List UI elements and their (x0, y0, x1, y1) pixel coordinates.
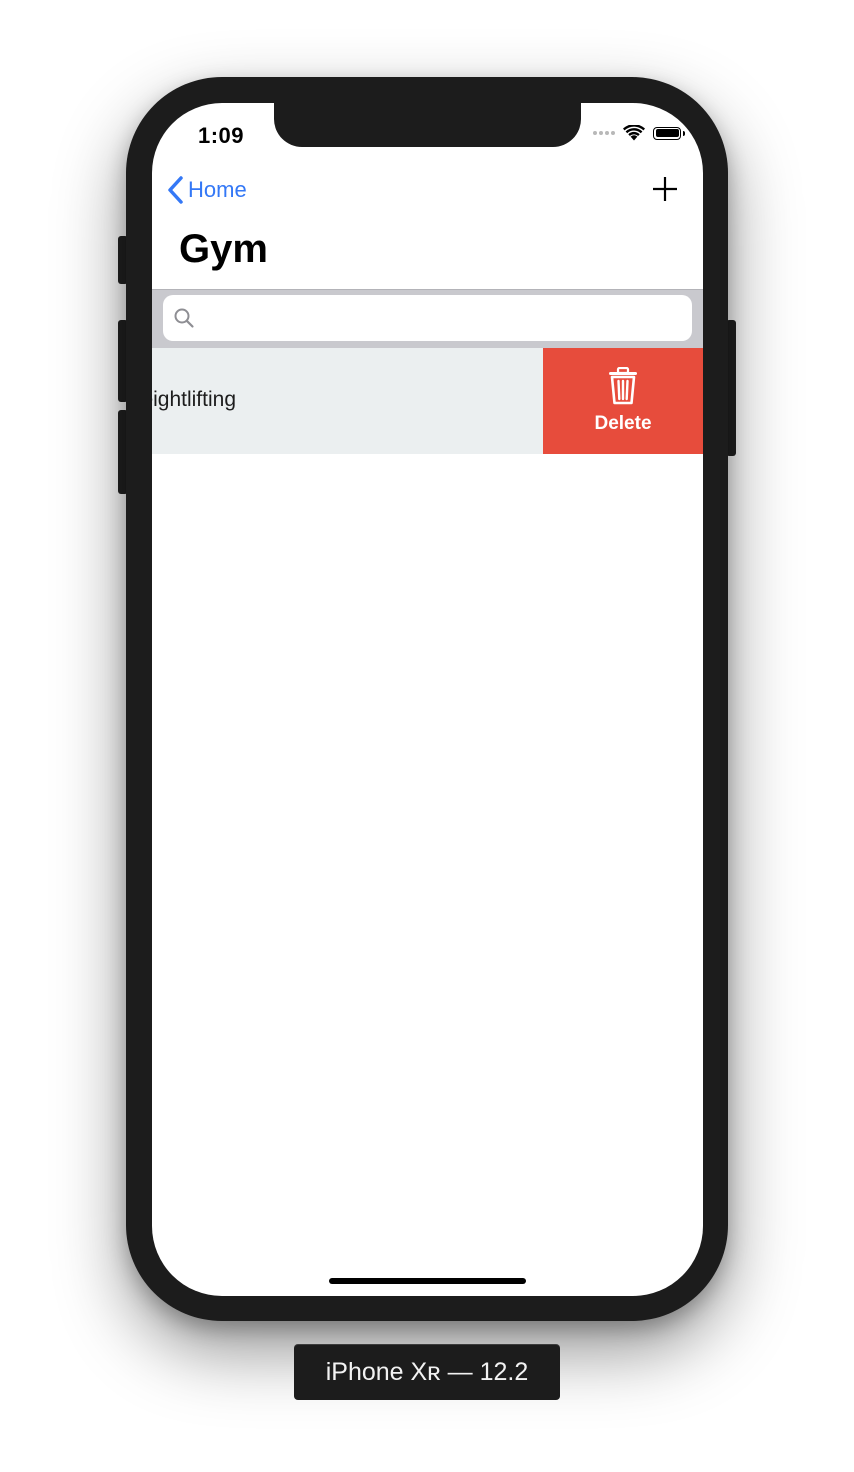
wifi-icon (623, 125, 645, 141)
back-button-label: Home (188, 177, 247, 202)
back-button[interactable]: Home (166, 175, 247, 205)
notch (274, 103, 581, 147)
chevron-left-icon (168, 176, 183, 204)
device-screen: 1:09 Home Gym ightlifting Delete (152, 103, 703, 1296)
search-input[interactable] (203, 303, 677, 335)
battery-icon (653, 126, 685, 140)
search-icon (174, 308, 194, 328)
home-indicator[interactable] (329, 1278, 526, 1284)
delete-button[interactable]: Delete (543, 348, 703, 454)
device-caption: iPhone Xʀ — 12.2 (294, 1344, 560, 1400)
page-title: Gym (179, 227, 268, 271)
trash-icon (609, 367, 637, 405)
status-icons (593, 125, 685, 141)
simulator-window: 1:09 Home Gym ightlifting Delete iPhone … (0, 0, 854, 1472)
plus-icon[interactable] (651, 175, 679, 203)
search-bar (152, 289, 703, 348)
cellular-signal-icon (593, 131, 615, 135)
status-time: 1:09 (198, 123, 245, 148)
list-item-label: Weightlifting (152, 388, 237, 411)
search-field[interactable] (163, 295, 692, 341)
delete-button-label: Delete (594, 413, 652, 434)
